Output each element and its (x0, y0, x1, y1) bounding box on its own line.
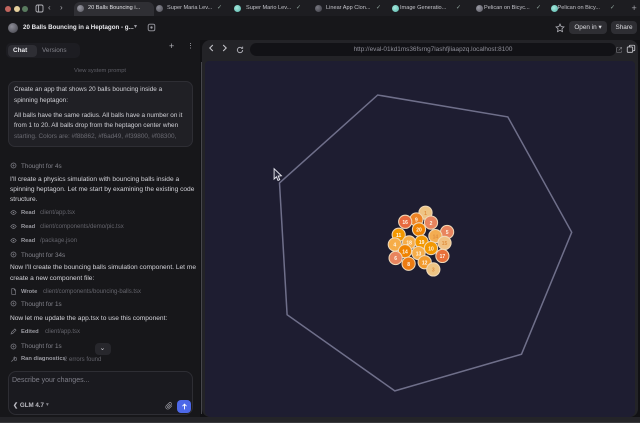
svg-text:15: 15 (442, 241, 448, 247)
svg-text:20: 20 (416, 228, 422, 234)
svg-text:19: 19 (419, 240, 425, 246)
svg-text:2: 2 (430, 221, 433, 227)
svg-text:18: 18 (406, 241, 412, 247)
svg-text:5: 5 (446, 230, 449, 236)
svg-text:14: 14 (433, 234, 439, 240)
svg-text:4: 4 (393, 243, 396, 249)
svg-text:13: 13 (416, 251, 422, 257)
svg-text:3: 3 (432, 268, 435, 274)
svg-text:6: 6 (394, 256, 397, 262)
svg-text:17: 17 (440, 254, 446, 260)
svg-text:1: 1 (424, 211, 427, 217)
svg-text:16: 16 (402, 220, 408, 226)
svg-text:8: 8 (407, 262, 410, 268)
svg-text:12: 12 (422, 260, 428, 266)
svg-text:10: 10 (428, 246, 434, 252)
svg-text:9: 9 (415, 218, 418, 224)
svg-text:11: 11 (396, 233, 402, 239)
svg-text:14: 14 (402, 249, 408, 255)
